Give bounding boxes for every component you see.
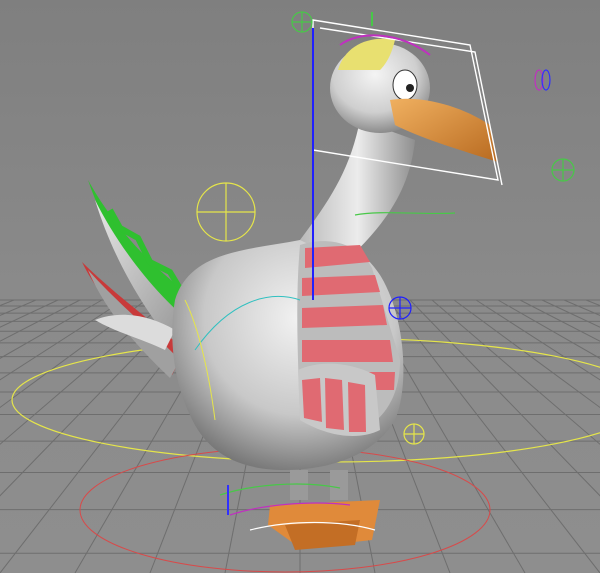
grid-line [0,299,15,307]
wing-hand [298,363,380,436]
fk-control-left[interactable] [196,182,256,242]
eye-control[interactable] [534,69,551,91]
grid-line [497,299,600,359]
scene-canvas[interactable] [0,0,600,573]
grid-line [431,299,600,445]
eye [392,69,418,101]
pupil [406,84,414,92]
neck-control-right[interactable] [551,158,575,182]
feet [268,470,380,550]
3d-viewport[interactable] [0,0,600,573]
hand-control[interactable] [403,423,425,445]
shoulder-control[interactable] [388,296,412,320]
neck [300,120,415,262]
head-pivot-control[interactable] [291,11,313,33]
grid-line [0,299,81,342]
grid-line [0,299,103,359]
